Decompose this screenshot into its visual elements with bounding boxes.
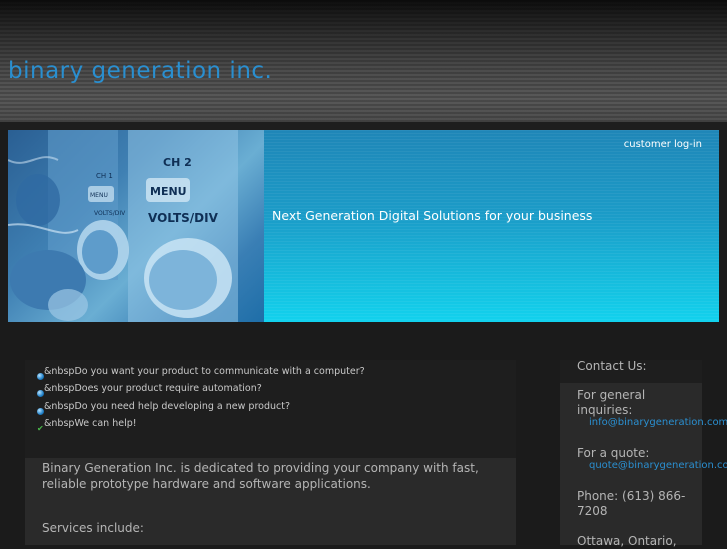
site-header: binary generation inc. (0, 0, 727, 122)
location-text: Ottawa, Ontario, (577, 534, 677, 548)
question-list: &nbspDo you want your product to communi… (25, 360, 516, 458)
svg-text:VOLTS/DIV: VOLTS/DIV (148, 211, 219, 225)
services-heading: Services include: (42, 521, 144, 535)
general-inquiries-label: For general inquiries: (577, 388, 646, 417)
oscilloscope-photo: CH 2 MENU VOLTS/DIV CH 1 MENU VOLTS/DIV (8, 130, 264, 322)
list-item: ✔ &nbspWe can help! (37, 413, 137, 433)
green-check-icon: ✔ (37, 424, 44, 433)
svg-text:MENU: MENU (90, 192, 108, 199)
info-email-link[interactable]: info@binarygeneration.com (589, 417, 727, 428)
question-text: &nbspDo you need help developing a new p… (44, 401, 290, 412)
contact-sidebar: Contact Us: For general inquiries: info@… (560, 359, 727, 548)
site-title[interactable]: binary generation inc. (8, 58, 272, 84)
quote-label: For a quote: (577, 446, 650, 460)
list-item: &nbspDo you want your product to communi… (37, 361, 365, 380)
customer-login-link[interactable]: customer log-in (624, 139, 702, 150)
contact-heading: Contact Us: (577, 359, 647, 373)
quote-email-link[interactable]: quote@binarygeneration.com (589, 460, 727, 471)
phone-number: Phone: (613) 866-7208 (577, 489, 686, 518)
question-text: &nbspDo you want your product to communi… (44, 366, 365, 377)
banner-tagline: Next Generation Digital Solutions for yo… (272, 208, 593, 223)
question-text: &nbspDoes your product require automatio… (44, 383, 262, 394)
main-content: &nbspDo you want your product to communi… (25, 360, 516, 545)
hero-banner: CH 2 MENU VOLTS/DIV CH 1 MENU VOLTS/DIV … (8, 130, 719, 322)
svg-text:VOLTS/DIV: VOLTS/DIV (94, 210, 126, 217)
contact-heading-bar: Contact Us: (560, 359, 702, 383)
list-item: &nbspDo you need help developing a new p… (37, 396, 290, 415)
svg-text:MENU: MENU (150, 185, 187, 198)
svg-text:CH 2: CH 2 (163, 156, 192, 169)
intro-paragraph: Binary Generation Inc. is dedicated to p… (42, 461, 479, 491)
svg-text:CH 1: CH 1 (96, 172, 113, 180)
header-divider (0, 122, 727, 130)
list-item: &nbspDoes your product require automatio… (37, 378, 262, 397)
question-text: &nbspWe can help! (44, 418, 137, 429)
